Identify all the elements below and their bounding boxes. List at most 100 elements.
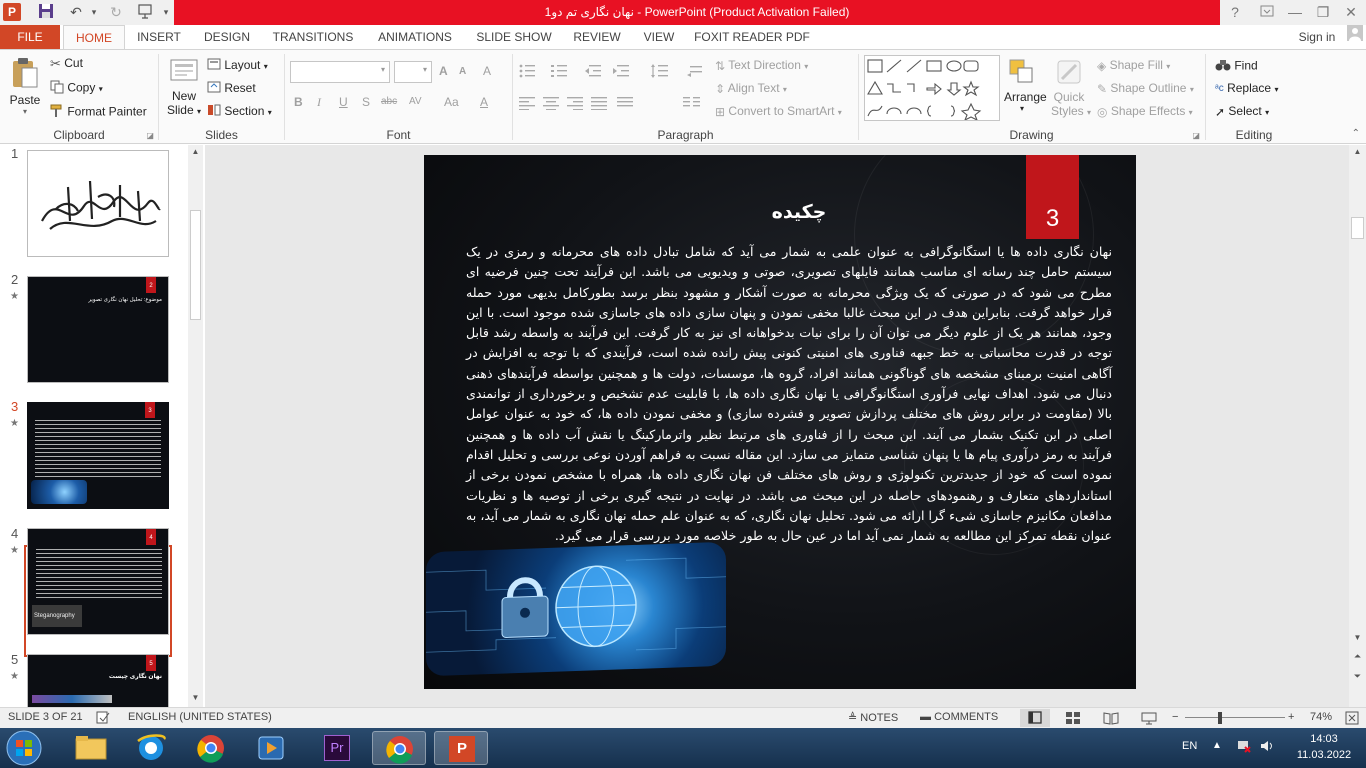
text-direction-button[interactable]: ⇅ Text Direction ▾: [715, 58, 808, 73]
shapes-gallery[interactable]: [864, 55, 1000, 122]
notes-button[interactable]: ≜ NOTES: [848, 711, 898, 724]
text-shadow-button[interactable]: S: [362, 95, 370, 109]
replace-button[interactable]: ᵃc Replace ▾: [1215, 81, 1278, 95]
sign-in-link[interactable]: Sign in: [1292, 25, 1342, 50]
taskbar-internet-explorer[interactable]: [124, 731, 178, 765]
clock-date[interactable]: 11.03.2022: [1292, 749, 1356, 761]
slide-thumbnail-3[interactable]: 3: [27, 402, 169, 509]
bullets-icon[interactable]: [519, 64, 539, 81]
convert-to-smartart-button[interactable]: ⊞ Convert to SmartArt ▾: [715, 104, 842, 119]
font-size-box[interactable]: ▾: [394, 61, 432, 83]
normal-view-button[interactable]: [1020, 709, 1050, 727]
distributed-icon[interactable]: [617, 96, 633, 113]
shape-effects-button[interactable]: ◎ Shape Effects ▾: [1097, 104, 1193, 119]
tab-foxit-reader-pdf[interactable]: FOXIT READER PDF: [693, 25, 811, 50]
decrease-indent-icon[interactable]: [585, 64, 601, 81]
font-name-box[interactable]: ▾: [290, 61, 390, 83]
tab-animations[interactable]: ANIMATIONS: [371, 25, 459, 50]
font-color-button[interactable]: A: [480, 95, 488, 109]
volume-icon[interactable]: [1260, 739, 1276, 756]
clock-time[interactable]: 14:03: [1292, 733, 1356, 745]
clipboard-launcher-icon[interactable]: ◪: [146, 131, 154, 140]
strikethrough-button[interactable]: abc: [381, 96, 397, 107]
reading-view-icon[interactable]: [1103, 711, 1119, 728]
slide-sorter-view-icon[interactable]: [1065, 711, 1081, 728]
format-painter-button[interactable]: Format Painter: [50, 104, 147, 121]
tab-review[interactable]: REVIEW: [569, 25, 625, 50]
align-text-button[interactable]: ⇕ Align Text ▾: [715, 81, 787, 96]
collapse-ribbon-icon[interactable]: ⌃: [1352, 128, 1360, 139]
customize-qat-icon[interactable]: ▾: [156, 3, 176, 21]
tab-home[interactable]: HOME: [63, 25, 125, 50]
slide-body-text[interactable]: نهان نگاری داده ها یا استگانوگرافی به عن…: [466, 242, 1112, 546]
current-slide[interactable]: 3 چکیده نهان نگاری داده ها یا استگانوگرا…: [424, 155, 1136, 689]
start-button[interactable]: [4, 729, 44, 767]
help-button[interactable]: ?: [1224, 2, 1246, 22]
minimize-button[interactable]: —: [1284, 2, 1306, 22]
next-slide-icon[interactable]: ⏷: [1349, 671, 1366, 685]
slide-thumbnail-2[interactable]: 2 موضوع: تحلیل نهان نگاری تصویر: [27, 276, 169, 383]
taskbar-chrome-window[interactable]: [372, 731, 426, 765]
redo-icon[interactable]: ↻: [106, 3, 126, 21]
network-icon[interactable]: [1237, 739, 1251, 756]
new-slide-button[interactable]: New Slide ▾: [164, 56, 204, 117]
new-slide-dropdown-icon[interactable]: ▾: [197, 107, 201, 116]
undo-dropdown-icon[interactable]: ▾: [84, 3, 104, 21]
slide-thumbnail-1[interactable]: [27, 150, 169, 257]
find-button[interactable]: Find: [1215, 58, 1258, 75]
align-right-icon[interactable]: [567, 96, 583, 113]
zoom-slider-track[interactable]: [1185, 717, 1285, 718]
fit-slide-to-window-icon[interactable]: [1345, 711, 1359, 728]
taskbar-chrome[interactable]: [184, 731, 238, 765]
zoom-in-button[interactable]: +: [1288, 711, 1294, 723]
scroll-down-icon[interactable]: ▼: [188, 693, 203, 705]
scroll-thumb[interactable]: [1351, 217, 1364, 239]
shape-fill-button[interactable]: ◈ Shape Fill ▾: [1097, 58, 1170, 73]
drawing-launcher-icon[interactable]: ◪: [1192, 131, 1200, 140]
ribbon-display-options-icon[interactable]: [1256, 2, 1278, 22]
align-center-icon[interactable]: [543, 96, 559, 113]
change-case-button[interactable]: Aa: [444, 95, 459, 109]
text-direction-rtl-icon[interactable]: [687, 64, 703, 81]
slide-show-view-icon[interactable]: [1141, 711, 1157, 728]
columns-icon[interactable]: [683, 96, 701, 113]
paste-dropdown-icon[interactable]: ▾: [6, 107, 44, 116]
font-name-dropdown-icon[interactable]: ▾: [381, 65, 385, 74]
justify-icon[interactable]: [591, 96, 607, 113]
language-indicator[interactable]: ENGLISH (UNITED STATES): [128, 711, 272, 723]
taskbar-media-player[interactable]: [244, 731, 298, 765]
save-icon[interactable]: [36, 3, 56, 21]
arrange-button[interactable]: Arrange ▾: [1004, 57, 1047, 113]
comments-button[interactable]: ▬ COMMENTS: [920, 711, 998, 723]
account-icon[interactable]: [1344, 25, 1366, 50]
paste-button[interactable]: Paste ▾: [6, 56, 44, 124]
taskbar-powerpoint[interactable]: P: [434, 731, 488, 765]
start-from-beginning-icon[interactable]: [136, 3, 156, 21]
underline-button[interactable]: U: [339, 95, 348, 109]
section-dropdown-icon[interactable]: ▾: [268, 108, 272, 117]
align-left-icon[interactable]: [519, 96, 535, 113]
close-button[interactable]: ✕: [1340, 2, 1362, 22]
scroll-thumb[interactable]: [190, 210, 201, 320]
security-lock-globe-image[interactable]: [426, 541, 726, 677]
layout-dropdown-icon[interactable]: ▾: [264, 62, 268, 71]
select-button[interactable]: ➚ Select ▾: [1215, 104, 1269, 119]
undo-icon[interactable]: ↶: [66, 3, 86, 21]
zoom-out-button[interactable]: −: [1172, 711, 1178, 723]
tab-insert[interactable]: INSERT: [133, 25, 185, 50]
clear-formatting-button[interactable]: A: [483, 64, 491, 78]
font-size-dropdown-icon[interactable]: ▾: [423, 65, 427, 74]
tab-slide-show[interactable]: SLIDE SHOW: [473, 25, 555, 50]
tab-view[interactable]: VIEW: [638, 25, 680, 50]
scroll-up-icon[interactable]: ▲: [1349, 147, 1366, 159]
reset-button[interactable]: Reset: [207, 81, 256, 96]
thumbnail-scrollbar[interactable]: ▲ ▼: [188, 145, 203, 707]
increase-indent-icon[interactable]: [613, 64, 629, 81]
section-button[interactable]: Section ▾: [207, 104, 272, 119]
copy-dropdown-icon[interactable]: ▾: [99, 85, 103, 94]
tab-file[interactable]: FILE: [0, 25, 60, 50]
taskbar-file-explorer[interactable]: [64, 731, 118, 765]
italic-button[interactable]: I: [317, 95, 321, 110]
taskbar-premiere[interactable]: Pr: [310, 731, 364, 765]
show-hidden-icons-icon[interactable]: ▲: [1212, 740, 1222, 751]
